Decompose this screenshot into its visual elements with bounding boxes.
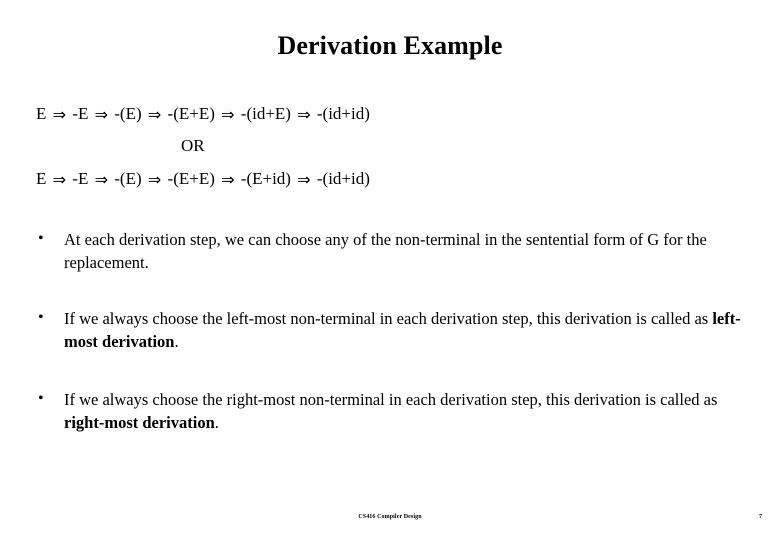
derivation-separator-or: OR bbox=[181, 136, 205, 156]
double-arrow-icon: ⇒ bbox=[147, 170, 162, 190]
slide-canvas: Derivation Example E ⇒ -E ⇒ -(E) ⇒ -(E+E… bbox=[0, 0, 780, 540]
double-arrow-icon: ⇒ bbox=[221, 105, 235, 124]
list-item: • At each derivation step, we can choose… bbox=[36, 228, 752, 275]
derivation-step: -E bbox=[72, 169, 89, 189]
derivation-step: -(E+E) bbox=[167, 169, 215, 189]
derivation-step: -(E+id) bbox=[240, 169, 291, 189]
derivation-step: -(id+id) bbox=[316, 169, 370, 189]
bullet-left-most: If we always choose the left-most non-te… bbox=[64, 309, 741, 351]
double-arrow-icon: ⇒ bbox=[52, 105, 67, 124]
double-arrow-icon: ⇒ bbox=[147, 105, 162, 124]
double-arrow-icon: ⇒ bbox=[297, 105, 311, 124]
derivation-step: -(E+E) bbox=[167, 104, 215, 123]
double-arrow-icon: ⇒ bbox=[297, 170, 311, 190]
list-item: • If we always choose the left-most non-… bbox=[36, 307, 752, 354]
derivation-step: -E bbox=[72, 104, 89, 123]
double-arrow-icon: ⇒ bbox=[94, 170, 108, 190]
double-arrow-icon: ⇒ bbox=[52, 170, 67, 190]
derivation-line-left-most: E ⇒ -E ⇒ -(E) ⇒ -(E+E) ⇒ -(id+E) ⇒ -(id+… bbox=[36, 103, 746, 124]
double-arrow-icon: ⇒ bbox=[94, 105, 108, 124]
bullet-text-segment: At each derivation step, we can choose a… bbox=[64, 230, 707, 273]
bullet-any-nonterminal: At each derivation step, we can choose a… bbox=[64, 230, 707, 272]
footer-course-label: CS416 Compiler Design bbox=[358, 514, 422, 520]
emphasis-term: right-most derivation bbox=[64, 413, 215, 433]
bullet-point-icon: • bbox=[38, 230, 44, 247]
derivation-step: -(id+id) bbox=[316, 104, 370, 123]
derivation-step: -(E) bbox=[114, 169, 142, 189]
bullet-text-segment: If we always choose the right-most non-t… bbox=[64, 389, 718, 409]
bullet-list: • At each derivation step, we can choose… bbox=[36, 228, 752, 435]
derivation-step: E bbox=[36, 169, 47, 189]
derivation-step: -(id+E) bbox=[240, 104, 291, 123]
footer-page-number: 7 bbox=[759, 514, 762, 520]
derivation-block: E ⇒ -E ⇒ -(E) ⇒ -(E+E) ⇒ -(id+E) ⇒ -(id+… bbox=[36, 103, 746, 190]
list-item: • If we always choose the right-most non… bbox=[36, 388, 752, 435]
bullet-text-segment: . bbox=[214, 413, 219, 433]
derivation-step: -(E) bbox=[114, 104, 142, 123]
bullet-point-icon: • bbox=[38, 308, 44, 326]
bullet-text-segment: . bbox=[174, 332, 179, 352]
derivation-step: E bbox=[36, 104, 47, 123]
slide-footer: CS416 Compiler Design 7 bbox=[0, 504, 780, 540]
page-title: Derivation Example bbox=[277, 31, 503, 60]
bullet-point-icon: • bbox=[38, 389, 44, 407]
double-arrow-icon: ⇒ bbox=[221, 170, 235, 190]
bullet-text-segment: If we always choose the left-most non-te… bbox=[64, 308, 713, 328]
derivation-line-right-most: E ⇒ -E ⇒ -(E) ⇒ -(E+E) ⇒ -(E+id) ⇒ -(id+… bbox=[36, 168, 746, 189]
bullet-right-most: If we always choose the right-most non-t… bbox=[64, 390, 717, 432]
